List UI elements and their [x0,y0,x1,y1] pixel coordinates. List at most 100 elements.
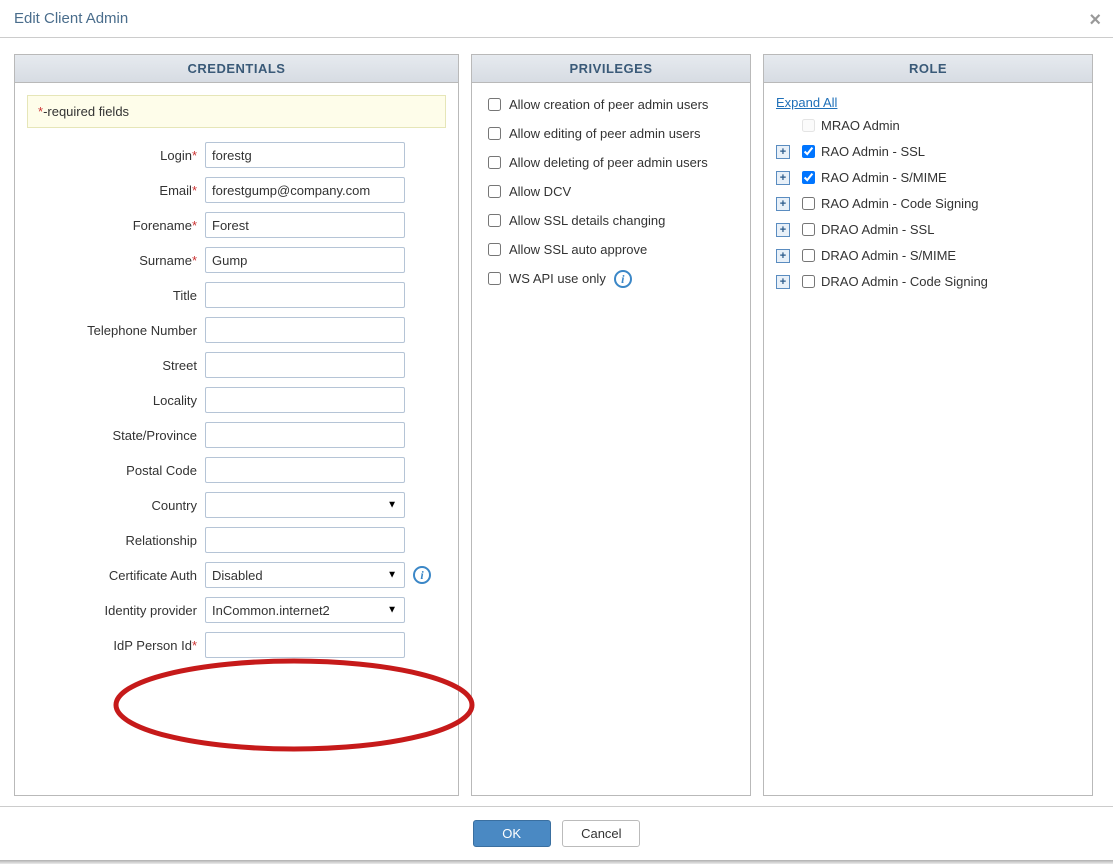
forename-input[interactable] [205,212,405,238]
forename-label: Forename* [27,218,205,233]
identity-provider-select[interactable]: InCommon.internet2 [205,597,405,623]
privilege-checkbox[interactable] [488,127,501,140]
privilege-checkbox[interactable] [488,272,501,285]
role-checkbox[interactable] [802,171,815,184]
idp-person-id-row: IdP Person Id* [27,632,446,658]
cancel-button[interactable]: Cancel [562,820,640,847]
expand-icon[interactable]: + [776,275,790,289]
telephone-input[interactable] [205,317,405,343]
expand-icon[interactable]: + [776,223,790,237]
postal-label: Postal Code [27,463,205,478]
required-fields-banner: *-required fields [27,95,446,128]
privilege-label: Allow deleting of peer admin users [509,155,708,170]
locality-label: Locality [27,393,205,408]
role-item: + DRAO Admin - Code Signing [776,272,1080,291]
street-input[interactable] [205,352,405,378]
street-row: Street [27,352,446,378]
dialog-title: Edit Client Admin [14,10,128,27]
expand-icon[interactable]: + [776,249,790,263]
credentials-panel: CREDENTIALS *-required fields Login* Ema… [14,54,459,796]
cert-auth-label: Certificate Auth [27,568,205,583]
state-row: State/Province [27,422,446,448]
role-label: RAO Admin - SSL [821,144,925,159]
surname-label: Surname* [27,253,205,268]
relationship-row: Relationship [27,527,446,553]
privilege-checkbox[interactable] [488,156,501,169]
idp-person-id-label: IdP Person Id* [27,638,205,653]
ok-button[interactable]: OK [473,820,551,847]
privilege-item: Allow SSL auto approve [484,240,738,259]
forename-row: Forename* [27,212,446,238]
info-icon[interactable]: i [614,270,632,288]
edit-client-admin-dialog: Edit Client Admin × CREDENTIALS *-requir… [0,0,1113,864]
privilege-label: Allow SSL details changing [509,213,665,228]
info-icon[interactable]: i [413,566,431,584]
role-item: +RAO Admin - S/MIME [776,168,1080,187]
role-label: RAO Admin - Code Signing [821,196,979,211]
role-checkbox[interactable] [802,223,815,236]
close-icon[interactable]: × [1089,10,1101,30]
role-body: Expand All MRAO Admin+RAO Admin - SSL+RA… [764,83,1092,795]
role-list: MRAO Admin + RAO Admin - SSL +RAO Admin - S… [776,116,1080,291]
state-input[interactable] [205,422,405,448]
login-label: Login* [27,148,205,163]
surname-input[interactable] [205,247,405,273]
cert-auth-select[interactable]: Disabled [205,562,405,588]
role-item: + RAO Admin - SSL [776,142,1080,161]
email-label: Email* [27,183,205,198]
state-label: State/Province [27,428,205,443]
locality-row: Locality [27,387,446,413]
title-input[interactable] [205,282,405,308]
privilege-checkbox[interactable] [488,98,501,111]
role-checkbox[interactable] [802,249,815,262]
expand-spacer [776,119,790,133]
expand-icon[interactable]: + [776,145,790,159]
title-row: Title [27,282,446,308]
expand-icon[interactable]: + [776,197,790,211]
telephone-row: Telephone Number [27,317,446,343]
country-select[interactable] [205,492,405,518]
panels-container: CREDENTIALS *-required fields Login* Ema… [0,38,1113,806]
role-item: + RAO Admin - Code Signing [776,194,1080,213]
expand-all-link[interactable]: Expand All [776,95,837,110]
country-label: Country [27,498,205,513]
role-panel: ROLE Expand All MRAO Admin+RAO Admin - S… [763,54,1093,796]
privilege-item: WS API use only i [484,269,738,288]
privilege-checkbox[interactable] [488,214,501,227]
country-select-wrap: ▼ [205,492,405,518]
dialog-footer: OK Cancel [0,806,1113,860]
role-checkbox[interactable] [802,145,815,158]
login-row: Login* [27,142,446,168]
identity-provider-select-wrap: InCommon.internet2 ▼ [205,597,405,623]
login-input[interactable] [205,142,405,168]
identity-provider-row: Identity provider InCommon.internet2 ▼ [27,597,446,623]
idp-person-id-input[interactable] [205,632,405,658]
privilege-item: Allow DCV [484,182,738,201]
privilege-checkbox[interactable] [488,243,501,256]
locality-input[interactable] [205,387,405,413]
surname-row: Surname* [27,247,446,273]
role-checkbox[interactable] [802,275,815,288]
dialog-header: Edit Client Admin × [0,0,1113,38]
privilege-label: WS API use only [509,271,606,286]
role-label: DRAO Admin - Code Signing [821,274,988,289]
privileges-header: PRIVILEGES [472,55,750,83]
privilege-label: Allow DCV [509,184,571,199]
privileges-body: Allow creation of peer admin users Allow … [472,83,750,795]
privilege-label: Allow SSL auto approve [509,242,647,257]
privilege-label: Allow creation of peer admin users [509,97,708,112]
relationship-input[interactable] [205,527,405,553]
country-row: Country ▼ [27,492,446,518]
role-label: DRAO Admin - SSL [821,222,934,237]
expand-icon[interactable]: + [776,171,790,185]
privilege-item: Allow editing of peer admin users [484,124,738,143]
email-row: Email* [27,177,446,203]
privilege-checkbox[interactable] [488,185,501,198]
role-label: MRAO Admin [821,118,900,133]
cert-auth-row: Certificate Auth Disabled ▼ i [27,562,446,588]
email-input[interactable] [205,177,405,203]
telephone-label: Telephone Number [27,323,205,338]
privilege-label: Allow editing of peer admin users [509,126,701,141]
postal-input[interactable] [205,457,405,483]
role-checkbox[interactable] [802,197,815,210]
